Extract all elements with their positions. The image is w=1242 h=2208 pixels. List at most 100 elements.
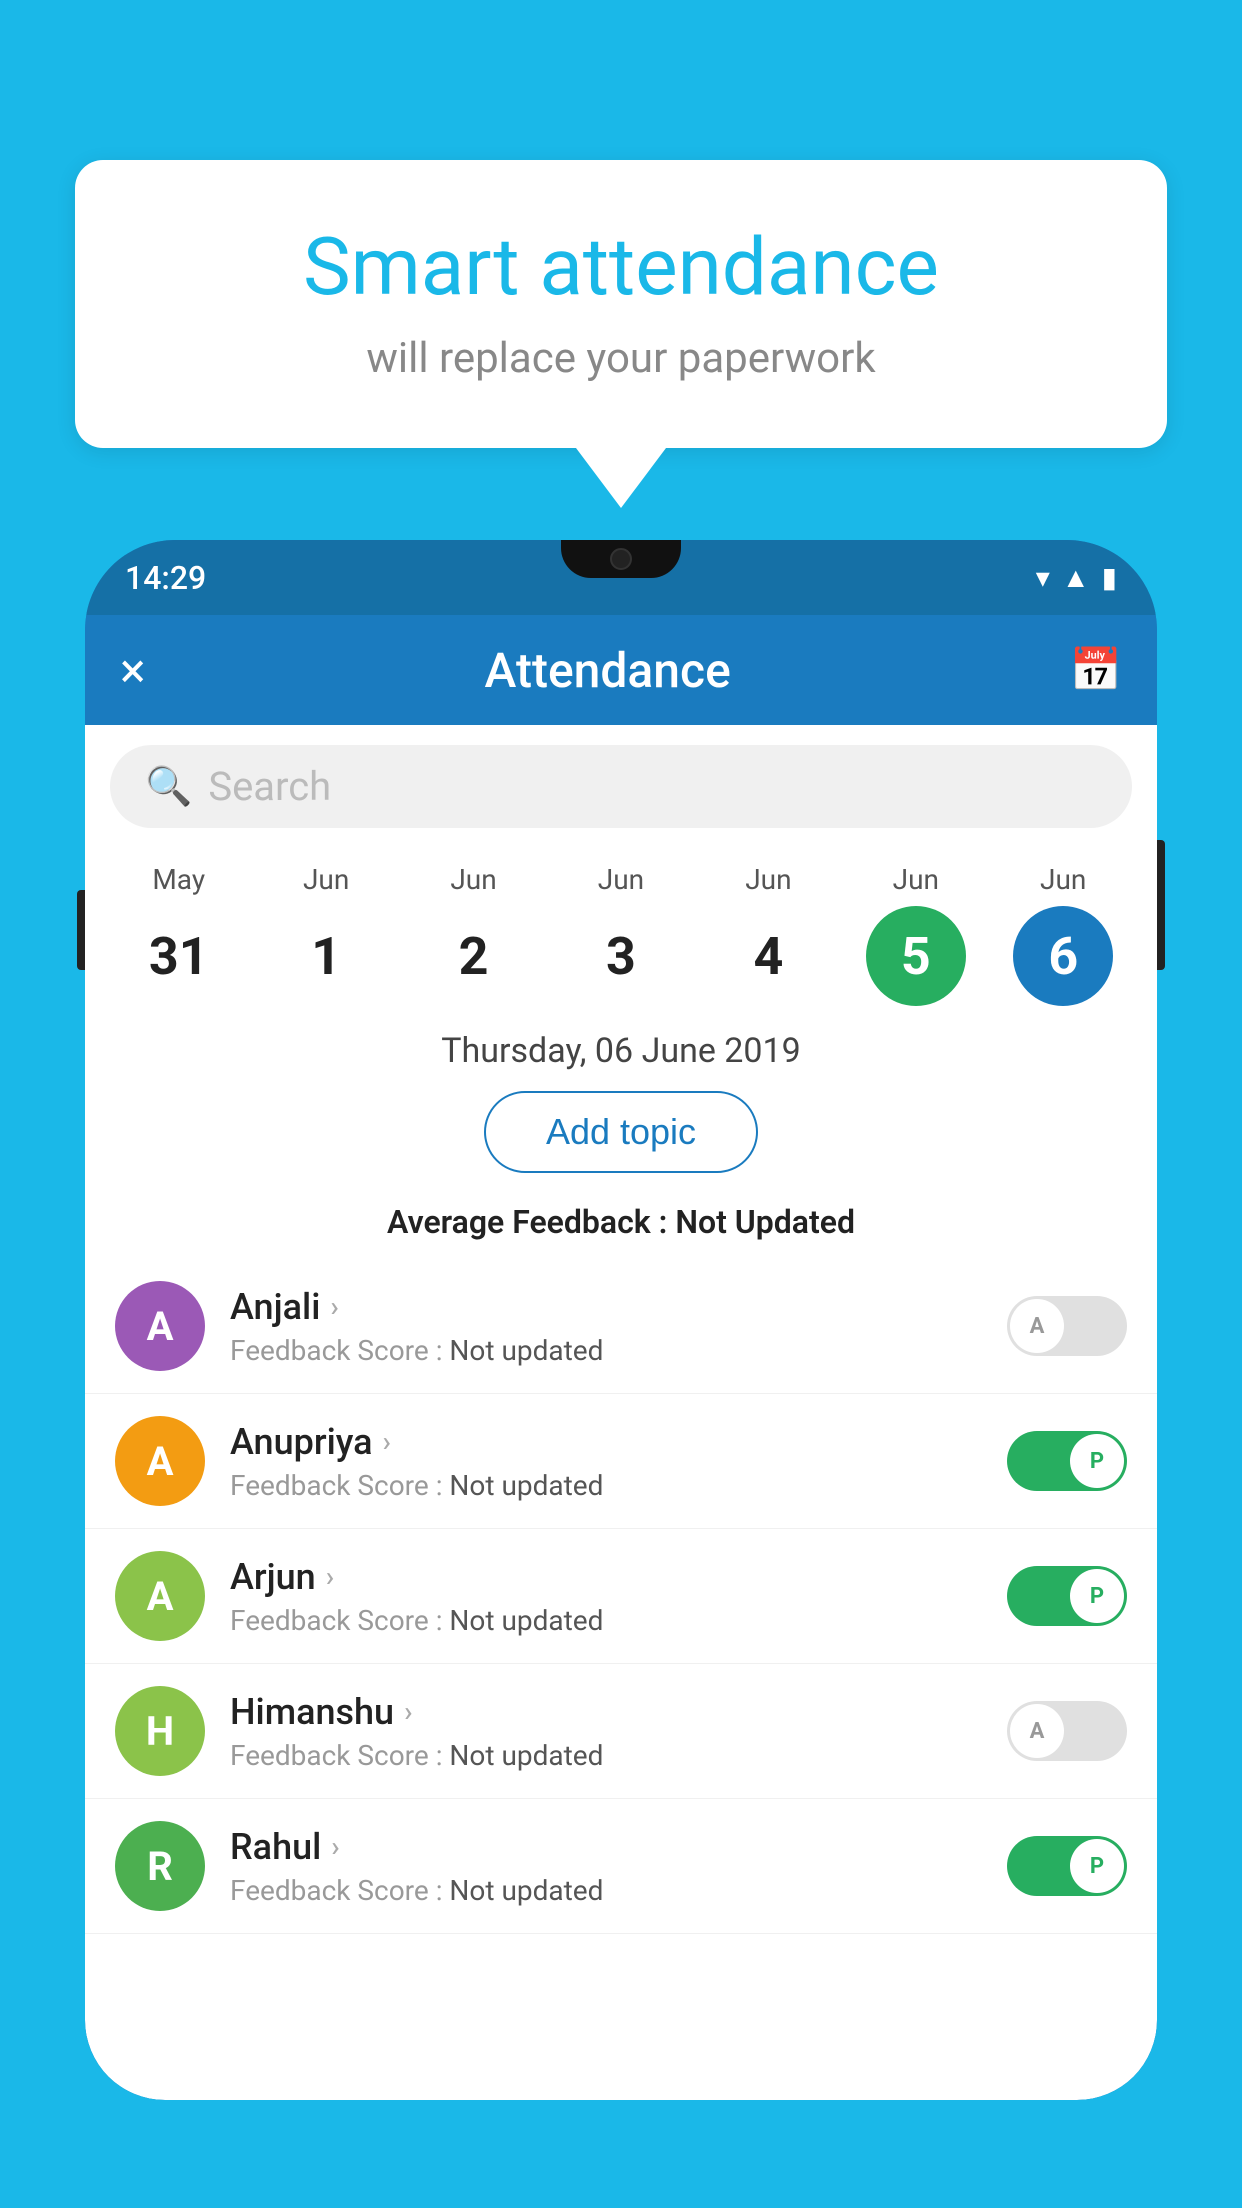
toggle-switch[interactable]: A [1007,1701,1127,1761]
speech-bubble-subtitle: will replace your paperwork [155,334,1087,383]
cal-month-label: Jun [893,863,939,896]
avg-feedback-label: Average Feedback : [387,1203,675,1241]
toggle-knob: A [1010,1704,1064,1758]
toggle-switch[interactable]: P [1007,1431,1127,1491]
cal-day-number[interactable]: 5 [866,906,966,1006]
attendance-toggle[interactable]: P [1007,1431,1127,1491]
calendar-day[interactable]: Jun 4 [713,863,823,1006]
signal-icon: ▲ [1062,561,1090,594]
student-name: Himanshu › [230,1691,982,1733]
student-name: Rahul › [230,1826,982,1868]
attendance-toggle[interactable]: A [1007,1296,1127,1356]
student-feedback: Feedback Score : Not updated [230,1874,982,1907]
speech-bubble-tail [576,448,666,508]
cal-month-label: Jun [598,863,644,896]
camera [610,548,632,570]
student-avatar: R [115,1821,205,1911]
calendar-row: May 31 Jun 1 Jun 2 Jun 3 Jun 4 Jun 5 Jun 6 [85,848,1157,1011]
student-list-item[interactable]: H Himanshu › Feedback Score : Not updated A [85,1664,1157,1799]
toggle-knob: A [1010,1299,1064,1353]
add-topic-button[interactable]: Add topic [484,1091,758,1173]
student-list-item[interactable]: A Anupriya › Feedback Score : Not updated P [85,1394,1157,1529]
feedback-value: Not updated [449,1739,603,1772]
student-name: Anjali › [230,1286,982,1328]
cal-day-number[interactable]: 2 [424,906,524,1006]
student-name: Anupriya › [230,1421,982,1463]
student-info: Anupriya › Feedback Score : Not updated [230,1421,982,1502]
search-bar[interactable]: 🔍 Search [110,745,1132,828]
student-avatar: A [115,1551,205,1641]
toggle-knob: P [1070,1434,1124,1488]
cal-month-label: Jun [1040,863,1086,896]
calendar-day[interactable]: Jun 3 [566,863,676,1006]
calendar-day[interactable]: May 31 [124,863,234,1006]
cal-day-number[interactable]: 31 [129,906,229,1006]
toggle-switch[interactable]: P [1007,1836,1127,1896]
calendar-day[interactable]: Jun 5 [861,863,971,1006]
student-avatar: A [115,1416,205,1506]
close-button[interactable]: × [120,642,146,699]
toggle-switch[interactable]: A [1007,1296,1127,1356]
page-title: Attendance [485,642,731,699]
search-icon: 🔍 [145,765,192,809]
feedback-value: Not updated [449,1874,603,1907]
student-avatar: H [115,1686,205,1776]
student-feedback: Feedback Score : Not updated [230,1469,982,1502]
search-input[interactable]: Search [208,763,331,810]
chevron-icon: › [404,1695,412,1728]
cal-day-number[interactable]: 4 [718,906,818,1006]
wifi-icon: ▾ [1036,561,1050,594]
student-list-item[interactable]: R Rahul › Feedback Score : Not updated P [85,1799,1157,1934]
student-info: Arjun › Feedback Score : Not updated [230,1556,982,1637]
student-avatar: A [115,1281,205,1371]
chevron-icon: › [326,1560,334,1593]
speech-bubble-title: Smart attendance [155,220,1087,314]
calendar-icon[interactable]: 📅 [1070,646,1122,695]
power-button [1157,840,1165,970]
phone-screen: 🔍 Search May 31 Jun 1 Jun 2 Jun 3 Jun 4 Jun 5 Jun 6 T… [85,725,1157,2100]
status-time: 14:29 [125,559,206,597]
feedback-value: Not updated [449,1334,603,1367]
speech-bubble: Smart attendance will replace your paper… [75,160,1167,448]
cal-month-label: Jun [450,863,496,896]
cal-month-label: Jun [303,863,349,896]
attendance-toggle[interactable]: A [1007,1701,1127,1761]
cal-day-number[interactable]: 3 [571,906,671,1006]
status-icons: ▾ ▲ ▮ [1036,561,1117,594]
student-list-item[interactable]: A Arjun › Feedback Score : Not updated P [85,1529,1157,1664]
cal-day-number[interactable]: 6 [1013,906,1113,1006]
cal-month-label: Jun [745,863,791,896]
calendar-day[interactable]: Jun 1 [271,863,381,1006]
cal-month-label: May [152,863,205,896]
student-info: Rahul › Feedback Score : Not updated [230,1826,982,1907]
phone-container: 14:29 ▾ ▲ ▮ × Attendance 📅 🔍 Search May 3… [85,540,1157,2208]
student-list: AAnjali ›Feedback Score : Not updatedAAA… [85,1259,1157,1934]
attendance-toggle[interactable]: P [1007,1566,1127,1626]
student-info: Anjali › Feedback Score : Not updated [230,1286,982,1367]
status-bar: 14:29 ▾ ▲ ▮ [85,540,1157,615]
toggle-knob: P [1070,1839,1124,1893]
toggle-knob: P [1070,1569,1124,1623]
student-feedback: Feedback Score : Not updated [230,1739,982,1772]
selected-date: Thursday, 06 June 2019 [85,1011,1157,1079]
avg-feedback-value: Not Updated [675,1203,855,1241]
avg-feedback: Average Feedback : Not Updated [85,1195,1157,1259]
toggle-switch[interactable]: P [1007,1566,1127,1626]
chevron-icon: › [330,1290,338,1323]
student-feedback: Feedback Score : Not updated [230,1604,982,1637]
student-feedback: Feedback Score : Not updated [230,1334,982,1367]
student-list-item[interactable]: A Anjali › Feedback Score : Not updated A [85,1259,1157,1394]
speech-bubble-container: Smart attendance will replace your paper… [75,160,1167,508]
cal-day-number[interactable]: 1 [276,906,376,1006]
chevron-icon: › [331,1830,339,1863]
feedback-value: Not updated [449,1469,603,1502]
notch [561,540,681,578]
attendance-toggle[interactable]: P [1007,1836,1127,1896]
battery-icon: ▮ [1102,561,1117,594]
app-header: × Attendance 📅 [85,615,1157,725]
student-name: Arjun › [230,1556,982,1598]
phone-frame: 14:29 ▾ ▲ ▮ × Attendance 📅 🔍 Search May 3… [85,540,1157,2100]
calendar-day[interactable]: Jun 2 [419,863,529,1006]
calendar-day[interactable]: Jun 6 [1008,863,1118,1006]
student-info: Himanshu › Feedback Score : Not updated [230,1691,982,1772]
